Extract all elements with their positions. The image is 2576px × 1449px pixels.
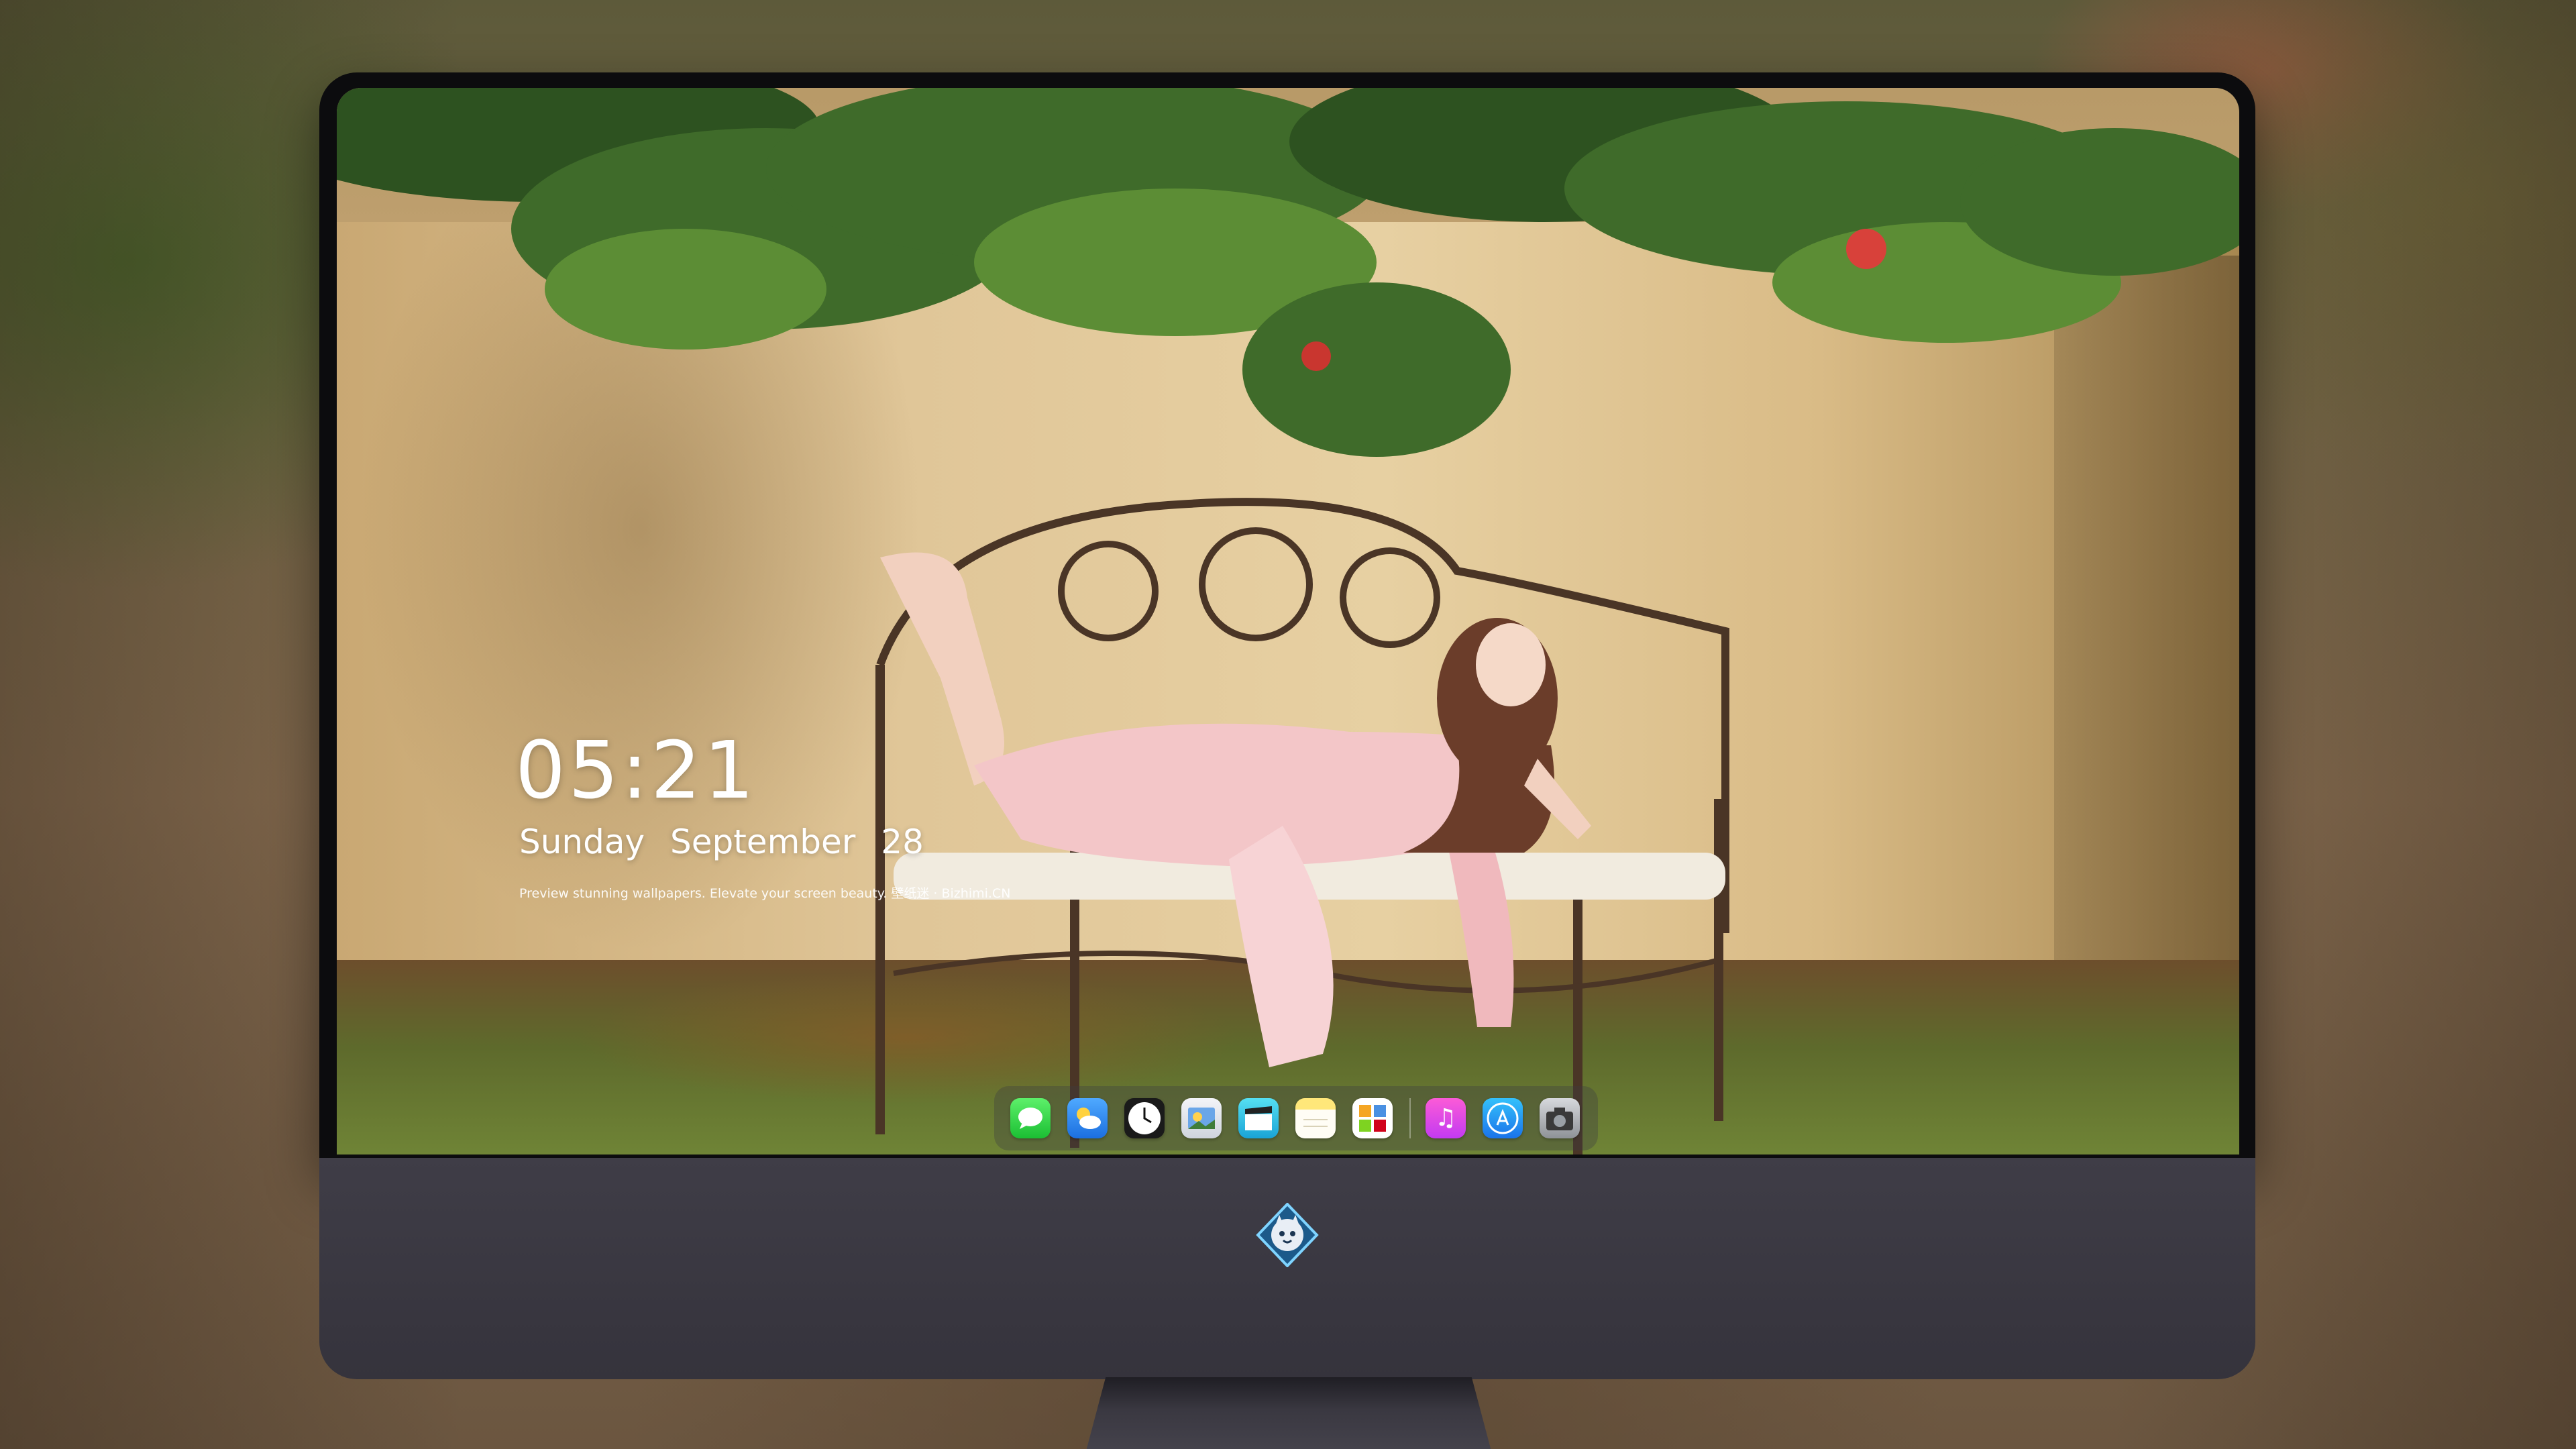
clock-icon[interactable]	[1124, 1098, 1165, 1138]
music-icon[interactable]: ♫	[1426, 1098, 1466, 1138]
messages-icon[interactable]	[1010, 1098, 1051, 1138]
monitor-chin	[319, 1158, 2255, 1379]
weather-icon[interactable]	[1067, 1098, 1108, 1138]
monitor-stand-neck	[1081, 1377, 1497, 1449]
clapperboard-icon[interactable]	[1238, 1098, 1279, 1138]
preview-icon[interactable]	[1181, 1098, 1222, 1138]
date-day: 28	[881, 822, 924, 861]
lock-screen-time: 05:21	[515, 724, 757, 816]
wallpaper-tagline: Preview stunning wallpapers. Elevate you…	[519, 886, 1011, 901]
date-month: September	[670, 822, 856, 861]
camera-icon[interactable]	[1540, 1098, 1580, 1138]
photos-icon[interactable]	[1352, 1098, 1393, 1138]
dock-separator	[1409, 1098, 1411, 1138]
lock-screen: 05:21 Sunday September 28 Preview stunni…	[337, 88, 2239, 1155]
wallpaper-woman-on-bench	[880, 552, 1591, 1067]
app-dock: ♫	[994, 1086, 1598, 1150]
cat-mascot-logo	[1256, 1203, 1319, 1267]
app-store-icon[interactable]	[1483, 1098, 1523, 1138]
date-weekday: Sunday	[519, 822, 645, 861]
notes-icon[interactable]	[1295, 1098, 1336, 1138]
lock-screen-date: Sunday September 28	[519, 825, 924, 859]
